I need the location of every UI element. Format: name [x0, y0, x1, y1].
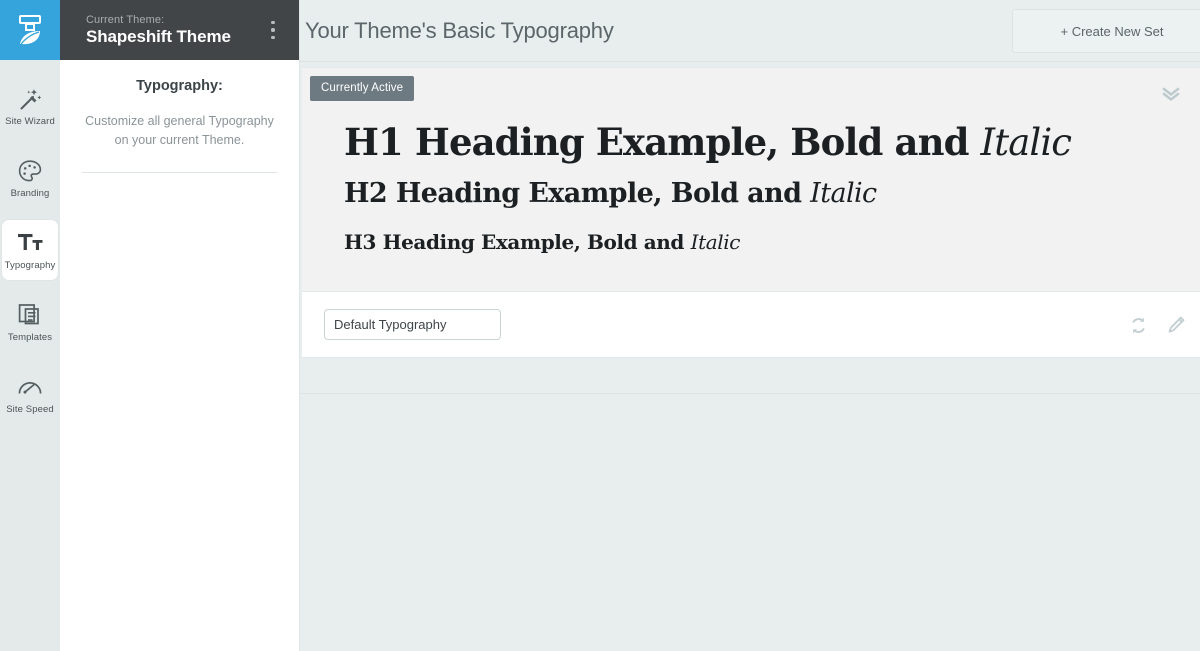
sidebar-item-templates[interactable]: Templates — [0, 292, 60, 352]
typography-set-card: Currently Active H1 Heading Example, Bol… — [302, 67, 1200, 358]
preview-h1-text: H1 Heading Example, Bold and — [344, 120, 981, 164]
sidebar-item-label: Typography — [4, 259, 56, 271]
speed-gauge-icon — [17, 374, 43, 400]
sidebar-item-branding[interactable]: Branding — [0, 148, 60, 208]
preview-h1: H1 Heading Example, Bold and Italic — [344, 116, 1160, 169]
page-title: Your Theme's Basic Typography — [305, 17, 614, 43]
current-theme-text: Current Theme: Shapeshift Theme — [86, 13, 263, 47]
kebab-menu-icon[interactable] — [263, 15, 283, 45]
main-header: Your Theme's Basic Typography + Create N… — [300, 0, 1200, 62]
magic-wand-icon — [17, 86, 43, 112]
sidebar-item-label: Site Speed — [6, 403, 54, 415]
kebab-dot — [271, 35, 275, 40]
status-badge: Currently Active — [310, 76, 415, 101]
preview-h2-text: H2 Heading Example, Bold and — [344, 178, 811, 209]
section-divider — [300, 393, 1200, 394]
palette-icon — [17, 158, 43, 184]
app-logo[interactable] — [0, 0, 60, 60]
sidebar-item-site-speed[interactable]: Site Speed — [0, 364, 60, 424]
panel-heading: Typography: — [136, 78, 223, 94]
set-card-top-row: Currently Active — [302, 68, 1200, 102]
double-chevron-down-icon[interactable] — [1160, 85, 1182, 103]
sidebar-item-typography[interactable]: Typography — [2, 220, 58, 280]
typography-tt-icon — [17, 230, 43, 256]
preview-h2: H2 Heading Example, Bold and Italic — [344, 169, 1160, 219]
preview-h3: H3 Heading Example, Bold and Italic — [344, 219, 1160, 265]
kebab-dot — [271, 20, 275, 25]
preview-h2-italic: Italic — [810, 178, 877, 209]
kebab-dot — [271, 28, 275, 32]
rail-item-list: Site Wizard Branding Typography Template… — [0, 60, 60, 424]
preview-h1-italic: Italic — [980, 121, 1072, 164]
panel-body: Typography: Customize all general Typogr… — [60, 60, 299, 173]
refresh-sync-icon[interactable] — [1129, 316, 1148, 335]
current-theme-label: Current Theme: — [86, 14, 165, 26]
app-root: Site Wizard Branding Typography Template… — [0, 0, 1200, 651]
panel-divider — [82, 172, 277, 173]
templates-documents-icon — [17, 302, 43, 328]
stamp-leaf-logo-icon — [14, 13, 46, 47]
preview-h3-italic: Italic — [690, 230, 741, 254]
current-theme-name: Shapeshift Theme — [86, 27, 231, 46]
typography-preview: H1 Heading Example, Bold and Italic H2 H… — [302, 92, 1200, 291]
current-theme-header: Current Theme: Shapeshift Theme — [60, 0, 299, 60]
panel-description: Customize all general Typography on your… — [85, 114, 274, 147]
typography-set-name-input[interactable] — [324, 309, 501, 340]
pencil-edit-icon[interactable] — [1166, 315, 1186, 335]
sidebar-item-label: Templates — [7, 331, 53, 343]
icon-rail: Site Wizard Branding Typography Template… — [0, 0, 60, 651]
sidebar-item-site-wizard[interactable]: Site Wizard — [0, 76, 60, 136]
info-panel: Current Theme: Shapeshift Theme Typograp… — [60, 0, 300, 651]
set-card-actions — [1129, 292, 1186, 358]
sidebar-item-label: Branding — [10, 187, 50, 199]
preview-h3-text: H3 Heading Example, Bold and — [344, 230, 691, 254]
main-content: Your Theme's Basic Typography + Create N… — [300, 0, 1200, 651]
sidebar-item-label: Site Wizard — [5, 115, 55, 127]
create-new-set-button[interactable]: + Create New Set — [1012, 9, 1200, 53]
set-card-footer — [302, 291, 1200, 357]
